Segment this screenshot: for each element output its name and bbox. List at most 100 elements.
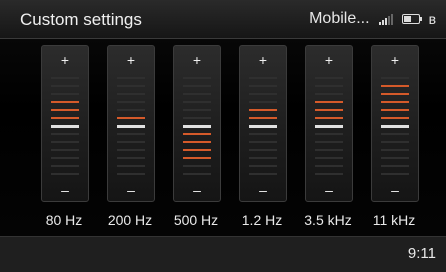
eq-tick — [51, 93, 79, 95]
eq-tick — [249, 133, 277, 135]
band-label: 80 Hz — [45, 212, 83, 228]
eq-band: + – 11 kHz — [361, 44, 427, 234]
eq-tick — [381, 173, 409, 175]
increase-icon[interactable]: + — [42, 52, 88, 68]
eq-tick — [51, 77, 79, 79]
eq-tick — [381, 117, 409, 119]
eq-tick — [249, 109, 277, 111]
eq-tick — [381, 165, 409, 167]
eq-tick — [381, 157, 409, 159]
eq-tick — [249, 117, 277, 119]
eq-tick — [249, 141, 277, 143]
eq-slider[interactable]: + – — [371, 45, 419, 202]
eq-tick — [117, 165, 145, 167]
increase-icon[interactable]: + — [240, 52, 286, 68]
eq-tick — [315, 133, 343, 135]
eq-tick — [117, 93, 145, 95]
equalizer-bands: + – 80 Hz + – 200 Hz + – 500 Hz + – 1.2 … — [0, 44, 446, 234]
slider-track — [183, 73, 211, 177]
bluetooth-icon: ʙ — [428, 11, 436, 27]
increase-icon[interactable]: + — [174, 52, 220, 68]
status-area: Mobile... ʙ — [309, 10, 436, 28]
eq-tick — [117, 157, 145, 159]
band-label: 11 kHz — [372, 212, 416, 228]
eq-tick — [183, 93, 211, 95]
eq-tick — [183, 157, 211, 159]
eq-zero-tick — [51, 125, 79, 128]
eq-tick — [315, 173, 343, 175]
eq-zero-tick — [315, 125, 343, 128]
eq-tick — [381, 85, 409, 87]
slider-track — [315, 73, 343, 177]
eq-tick — [183, 165, 211, 167]
eq-tick — [249, 149, 277, 151]
eq-tick — [315, 141, 343, 143]
eq-tick — [51, 173, 79, 175]
eq-tick — [183, 101, 211, 103]
eq-tick — [249, 85, 277, 87]
eq-tick — [51, 149, 79, 151]
eq-tick — [51, 157, 79, 159]
eq-tick — [117, 133, 145, 135]
eq-tick — [381, 109, 409, 111]
eq-band: + – 80 Hz — [31, 44, 97, 234]
clock: 9:11 — [407, 245, 436, 262]
eq-slider[interactable]: + – — [239, 45, 287, 202]
eq-tick — [183, 109, 211, 111]
eq-tick — [381, 149, 409, 151]
eq-slider[interactable]: + – — [305, 45, 353, 202]
eq-band: + – 3.5 kHz — [295, 44, 361, 234]
eq-tick — [183, 85, 211, 87]
eq-tick — [117, 109, 145, 111]
eq-slider[interactable]: + – — [173, 45, 221, 202]
eq-slider[interactable]: + – — [41, 45, 89, 202]
eq-tick — [249, 165, 277, 167]
eq-band: + – 500 Hz — [163, 44, 229, 234]
eq-tick — [51, 101, 79, 103]
slider-track — [249, 73, 277, 177]
increase-icon[interactable]: + — [306, 52, 352, 68]
decrease-icon[interactable]: – — [108, 182, 154, 198]
increase-icon[interactable]: + — [372, 52, 418, 68]
eq-tick — [315, 101, 343, 103]
eq-tick — [315, 77, 343, 79]
eq-tick — [381, 93, 409, 95]
eq-tick — [315, 157, 343, 159]
decrease-icon[interactable]: – — [174, 182, 220, 198]
eq-band: + – 1.2 Hz — [229, 44, 295, 234]
eq-tick — [315, 149, 343, 151]
eq-slider[interactable]: + – — [107, 45, 155, 202]
signal-icon — [378, 13, 393, 25]
eq-tick — [117, 101, 145, 103]
eq-tick — [381, 77, 409, 79]
battery-icon — [401, 14, 422, 24]
decrease-icon[interactable]: – — [42, 182, 88, 198]
eq-tick — [51, 85, 79, 87]
increase-icon[interactable]: + — [108, 52, 154, 68]
eq-tick — [51, 165, 79, 167]
eq-tick — [117, 117, 145, 119]
decrease-icon[interactable]: – — [306, 182, 352, 198]
eq-zero-tick — [381, 125, 409, 128]
eq-tick — [51, 141, 79, 143]
eq-tick — [249, 173, 277, 175]
eq-tick — [249, 77, 277, 79]
eq-zero-tick — [183, 125, 211, 128]
eq-tick — [117, 141, 145, 143]
eq-tick — [315, 85, 343, 87]
eq-tick — [249, 157, 277, 159]
eq-tick — [51, 133, 79, 135]
eq-tick — [315, 93, 343, 95]
slider-track — [51, 73, 79, 177]
band-label: 1.2 Hz — [241, 212, 283, 228]
eq-tick — [183, 173, 211, 175]
eq-tick — [117, 149, 145, 151]
page-title: Custom settings — [20, 10, 142, 29]
eq-tick — [381, 101, 409, 103]
eq-tick — [117, 85, 145, 87]
decrease-icon[interactable]: – — [372, 182, 418, 198]
eq-tick — [51, 117, 79, 119]
decrease-icon[interactable]: – — [240, 182, 286, 198]
slider-track — [381, 73, 409, 177]
eq-zero-tick — [249, 125, 277, 128]
